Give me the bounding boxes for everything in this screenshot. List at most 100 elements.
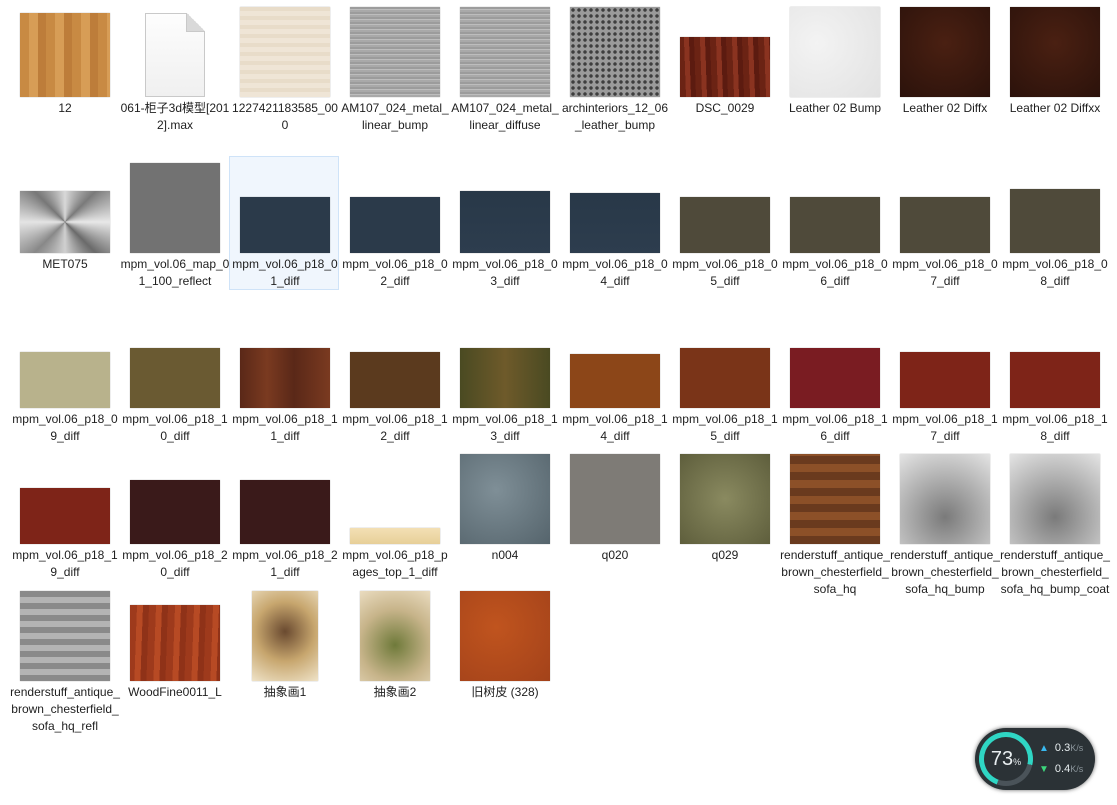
file-item[interactable]: renderstuff_antique_brown_chesterfield_s… <box>9 584 120 734</box>
file-item[interactable]: q029 <box>669 447 779 597</box>
file-name: mpm_vol.06_p18_03_diff <box>452 257 558 288</box>
file-name: mpm_vol.06_p18_14_diff <box>562 412 668 443</box>
file-item[interactable]: mpm_vol.06_p18_07_diff <box>889 156 999 306</box>
file-thumbnail <box>670 312 780 408</box>
file-item[interactable]: Leather 02 Diffx <box>889 0 999 150</box>
file-item[interactable]: mpm_vol.06_p18_01_diff <box>229 156 339 290</box>
file-thumbnail <box>340 448 450 544</box>
file-item[interactable]: mpm_vol.06_p18_09_diff <box>9 311 119 461</box>
file-item[interactable]: 抽象画1 <box>229 584 339 734</box>
file-name: q020 <box>601 548 629 562</box>
file-item[interactable]: renderstuff_antique_brown_chesterfield_s… <box>779 447 890 597</box>
usage-percent-value: 73 <box>990 748 1014 770</box>
file-item[interactable]: mpm_vol.06_p18_15_diff <box>669 311 779 461</box>
file-name: mpm_vol.06_p18_15_diff <box>672 412 778 443</box>
file-thumbnail <box>10 585 120 681</box>
file-item[interactable]: mpm_vol.06_p18_05_diff <box>669 156 779 306</box>
file-item[interactable]: renderstuff_antique_brown_chesterfield_s… <box>889 447 1000 597</box>
file-item[interactable]: 12 <box>9 0 119 150</box>
file-item[interactable]: mpm_vol.06_p18_03_diff <box>449 156 559 306</box>
file-item[interactable]: mpm_vol.06_p18_02_diff <box>339 156 449 306</box>
file-name: 1227421183585_000 <box>232 101 338 132</box>
texture-preview <box>790 7 880 97</box>
file-item[interactable]: Leather 02 Bump <box>779 0 889 150</box>
file-item[interactable]: q020 <box>559 447 669 597</box>
upload-unit: K/s <box>1070 743 1084 753</box>
file-name: mpm_vol.06_p18_18_diff <box>1002 412 1108 443</box>
texture-preview <box>130 605 220 681</box>
file-name: mpm_vol.06_p18_21_diff <box>232 548 338 579</box>
texture-preview <box>20 488 110 544</box>
file-thumbnail <box>450 157 560 253</box>
file-item[interactable]: WoodFine0011_L <box>119 584 229 734</box>
file-item[interactable]: 061-柜子3d模型[2012].max <box>119 0 229 150</box>
texture-preview <box>350 197 440 253</box>
file-item[interactable]: mpm_vol.06_p18_10_diff <box>119 311 229 461</box>
file-item[interactable]: mpm_vol.06_p18_14_diff <box>559 311 669 461</box>
texture-preview <box>1010 7 1100 97</box>
file-name: Leather 02 Diffx <box>902 101 988 115</box>
texture-preview <box>680 37 770 97</box>
file-thumbnail <box>340 312 450 408</box>
download-unit: K/s <box>1070 764 1084 774</box>
usage-percent: 73% <box>984 737 1028 781</box>
file-name: n004 <box>491 548 519 562</box>
file-name: mpm_vol.06_p18_12_diff <box>342 412 448 443</box>
file-name: mpm_vol.06_p18_11_diff <box>232 412 338 443</box>
file-item[interactable]: Leather 02 Diffxx <box>999 0 1109 150</box>
file-item[interactable]: DSC_0029 <box>669 0 779 150</box>
file-thumbnail <box>10 448 120 544</box>
file-item[interactable]: mpm_vol.06_p18_21_diff <box>229 447 339 597</box>
texture-preview <box>460 191 550 253</box>
file-item[interactable]: mpm_vol.06_p18_11_diff <box>229 311 339 461</box>
file-item[interactable]: AM107_024_metal_linear_diffuse <box>449 0 559 150</box>
file-item[interactable]: archinteriors_12_06_leather_bump <box>559 0 669 150</box>
file-thumbnail <box>230 157 340 253</box>
texture-preview <box>1010 454 1100 544</box>
file-item[interactable]: mpm_vol.06_p18_18_diff <box>999 311 1109 461</box>
texture-preview <box>790 348 880 408</box>
file-name: AM107_024_metal_linear_bump <box>341 101 449 132</box>
file-thumbnail <box>1000 448 1110 544</box>
file-thumbnail <box>340 157 450 253</box>
file-item[interactable]: mpm_vol.06_p18_06_diff <box>779 156 889 306</box>
file-thumbnail <box>340 585 450 681</box>
file-thumbnail <box>780 1 890 97</box>
file-thumbnail <box>10 312 120 408</box>
file-item[interactable]: mpm_vol.06_p18_20_diff <box>119 447 229 597</box>
file-item[interactable]: mpm_vol.06_p18_pages_top_1_diff <box>339 447 449 597</box>
file-thumbnail <box>450 585 560 681</box>
upload-value: 0.3 <box>1054 742 1071 754</box>
file-item[interactable]: mpm_vol.06_p18_17_diff <box>889 311 999 461</box>
file-item[interactable]: mpm_vol.06_p18_08_diff <box>999 156 1109 306</box>
texture-preview <box>570 7 660 97</box>
arrow-down-icon: ▼ <box>1039 764 1049 775</box>
file-name: mpm_vol.06_p18_17_diff <box>892 412 998 443</box>
file-item[interactable]: mpm_vol.06_p18_16_diff <box>779 311 889 461</box>
file-item[interactable]: renderstuff_antique_brown_chesterfield_s… <box>999 447 1110 597</box>
file-item[interactable]: n004 <box>449 447 559 597</box>
file-thumbnail <box>890 312 1000 408</box>
file-item[interactable]: AM107_024_metal_linear_bump <box>339 0 449 150</box>
network-monitor-widget[interactable]: 73% ▲ 0.3K/s ▼ 0.4K/s <box>975 728 1095 790</box>
file-thumbnail <box>120 312 230 408</box>
file-item[interactable]: 1227421183585_000 <box>229 0 339 150</box>
file-item[interactable]: 抽象画2 <box>339 584 449 734</box>
texture-preview <box>1010 352 1100 408</box>
file-name: mpm_vol.06_p18_19_diff <box>12 548 118 579</box>
file-name: WoodFine0011_L <box>128 685 222 699</box>
file-name: mpm_vol.06_p18_08_diff <box>1002 257 1108 288</box>
texture-preview <box>460 454 550 544</box>
file-item[interactable]: mpm_vol.06_p18_19_diff <box>9 447 119 597</box>
texture-preview <box>900 7 990 97</box>
file-item[interactable]: mpm_vol.06_p18_04_diff <box>559 156 669 306</box>
file-item[interactable]: 旧树皮 (328) <box>449 584 559 734</box>
file-item[interactable]: mpm_vol.06_map_01_100_reflect <box>119 156 229 306</box>
file-thumbnail <box>120 157 230 253</box>
file-item[interactable]: MET075 <box>9 156 119 306</box>
usage-gauge: 73% <box>979 732 1033 786</box>
file-name: mpm_vol.06_p18_07_diff <box>892 257 998 288</box>
file-item[interactable]: mpm_vol.06_p18_12_diff <box>339 311 449 461</box>
file-item[interactable]: mpm_vol.06_p18_13_diff <box>449 311 559 461</box>
texture-preview <box>350 528 440 544</box>
